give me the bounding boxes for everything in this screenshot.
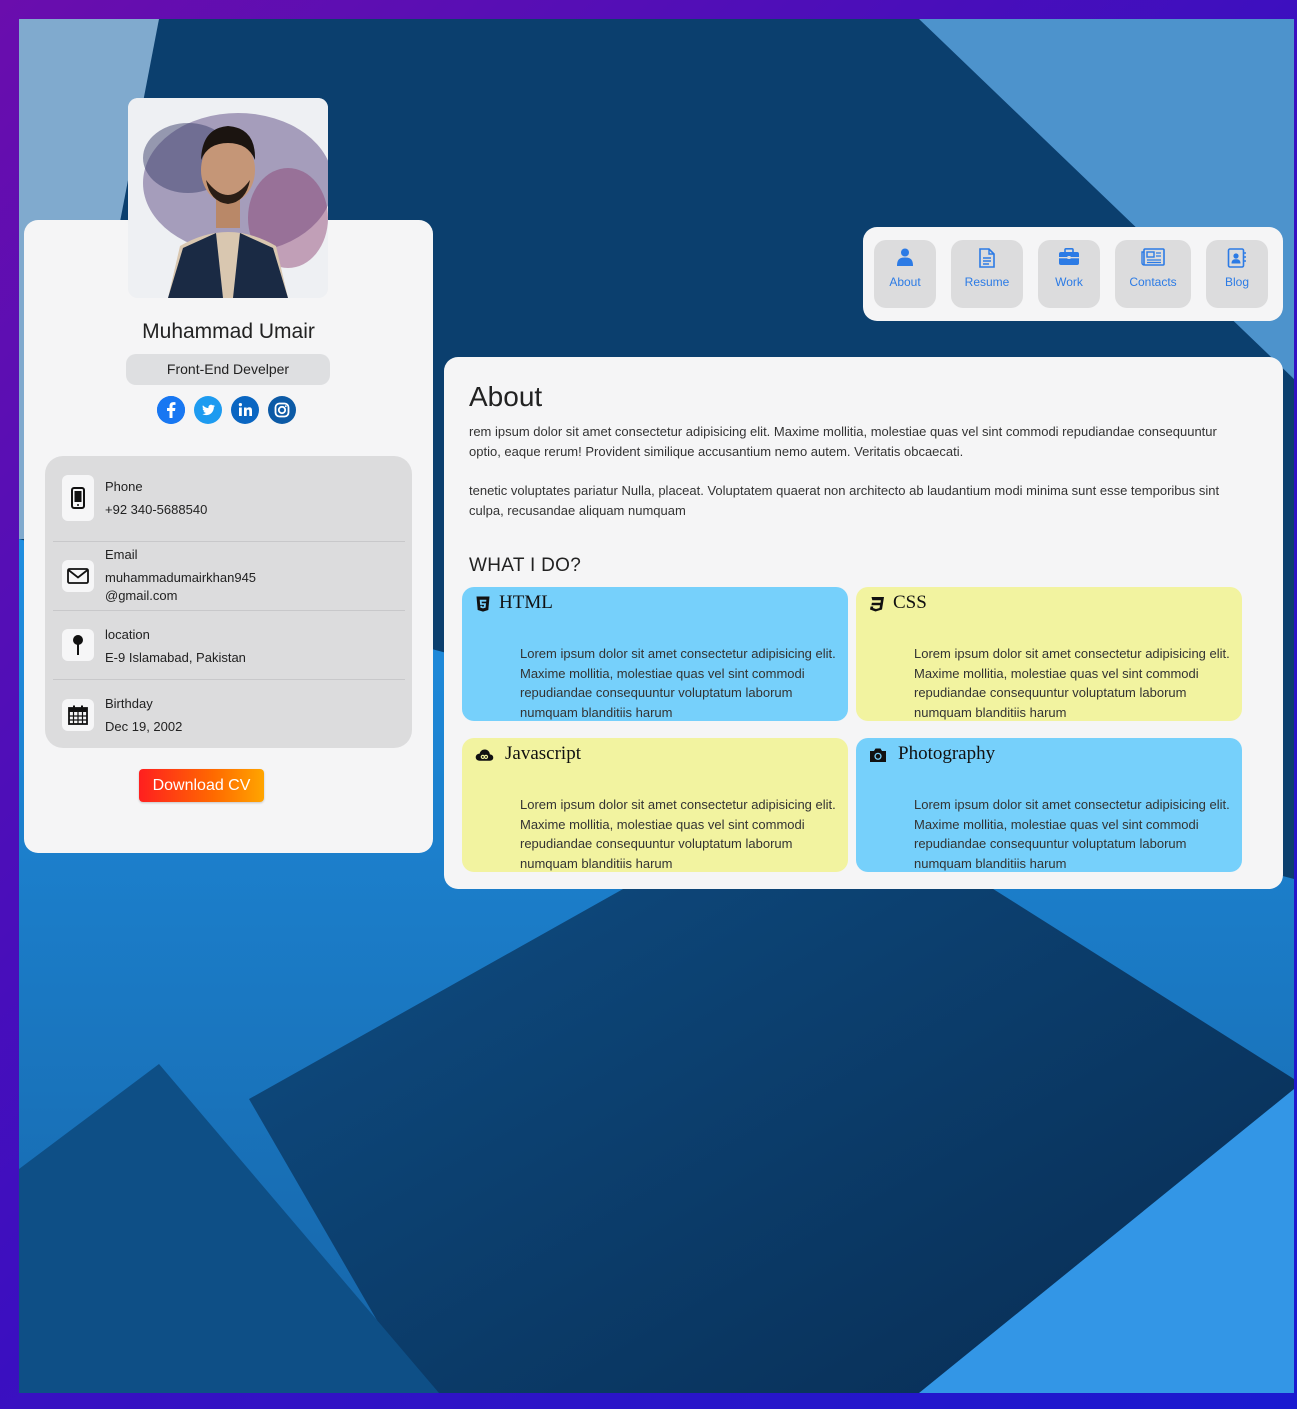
what-i-do-heading: WHAT I DO?	[469, 555, 582, 576]
camera-icon	[870, 748, 886, 762]
html5-icon	[476, 596, 490, 612]
map-pin-icon	[62, 629, 94, 661]
profile-card: Muhammad Umair Front-End Develper Phone …	[24, 220, 433, 853]
contact-info-box: Phone +92 340-5688540 Email muhammadumai…	[45, 456, 412, 748]
skill-card-photography: Photography Lorem ipsum dolor sit amet c…	[856, 738, 1242, 872]
instagram-icon[interactable]	[268, 396, 296, 424]
contact-book-icon	[1227, 248, 1246, 268]
email-label: Email	[105, 547, 138, 562]
social-links	[157, 396, 296, 424]
profile-role: Front-End Develper	[126, 354, 330, 385]
document-icon	[979, 248, 995, 268]
newspaper-icon	[1141, 248, 1165, 266]
skill-card-javascript: Javascript Lorem ipsum dolor sit amet co…	[462, 738, 848, 872]
nav-blog[interactable]: Blog	[1206, 240, 1268, 308]
nav-about-label: About	[889, 275, 921, 289]
user-icon	[897, 248, 913, 266]
about-paragraph-1: rem ipsum dolor sit amet consectetur adi…	[469, 424, 1217, 459]
about-panel: About rem ipsum dolor sit amet consectet…	[444, 357, 1283, 889]
skill-text-css: Lorem ipsum dolor sit amet consectetur a…	[914, 646, 1230, 720]
skill-title-photography: Photography	[898, 743, 996, 764]
nav-work[interactable]: Work	[1038, 240, 1100, 308]
skill-title-javascript: Javascript	[505, 743, 581, 764]
skill-text-javascript: Lorem ipsum dolor sit amet consectetur a…	[520, 797, 836, 871]
phone-icon	[62, 475, 94, 521]
cloud-icon	[475, 749, 494, 761]
nav-blog-label: Blog	[1224, 275, 1250, 289]
main-nav: About Resume Work Contacts Blog	[863, 227, 1283, 321]
birthday-value: Dec 19, 2002	[105, 719, 183, 734]
skill-text-html: Lorem ipsum dolor sit amet consectetur a…	[520, 646, 836, 720]
location-value: E-9 Islamabad, Pakistan	[105, 650, 246, 665]
skill-card-css: CSS Lorem ipsum dolor sit amet consectet…	[856, 587, 1242, 721]
location-label: location	[105, 627, 150, 642]
birthday-label: Birthday	[105, 696, 153, 711]
email-value[interactable]: muhammadumairkhan945 @gmail.com	[105, 569, 275, 605]
phone-value: +92 340-5688540	[105, 502, 208, 517]
css3-icon	[870, 597, 884, 612]
envelope-icon	[62, 560, 94, 592]
linkedin-icon[interactable]	[231, 396, 259, 424]
profile-name: Muhammad Umair	[142, 320, 315, 343]
contact-birthday: Birthday Dec 19, 2002	[53, 680, 405, 748]
phone-label: Phone	[105, 479, 143, 494]
about-paragraph-2: tenetic voluptates pariatur Nulla, place…	[469, 483, 1220, 518]
nav-contacts-label: Contacts	[1129, 275, 1177, 289]
about-title: About	[469, 381, 543, 412]
facebook-icon[interactable]	[157, 396, 185, 424]
twitter-icon[interactable]	[194, 396, 222, 424]
contact-phone: Phone +92 340-5688540	[53, 456, 405, 542]
skill-text-photography: Lorem ipsum dolor sit amet consectetur a…	[914, 797, 1230, 871]
nav-work-label: Work	[1055, 275, 1083, 289]
download-cv-button[interactable]: Download CV	[139, 769, 264, 802]
avatar	[128, 98, 328, 298]
skill-title-html: HTML	[499, 592, 553, 613]
calendar-icon	[62, 699, 94, 731]
skill-card-html: HTML Lorem ipsum dolor sit amet consecte…	[462, 587, 848, 721]
contact-location: location E-9 Islamabad, Pakistan	[53, 611, 405, 680]
nav-resume[interactable]: Resume	[951, 240, 1023, 308]
nav-about[interactable]: About	[874, 240, 936, 308]
briefcase-icon	[1059, 248, 1079, 265]
skill-title-css: CSS	[893, 592, 927, 613]
nav-contacts[interactable]: Contacts	[1115, 240, 1191, 308]
nav-resume-label: Resume	[964, 275, 1010, 289]
contact-email: Email muhammadumairkhan945 @gmail.com	[53, 542, 405, 611]
